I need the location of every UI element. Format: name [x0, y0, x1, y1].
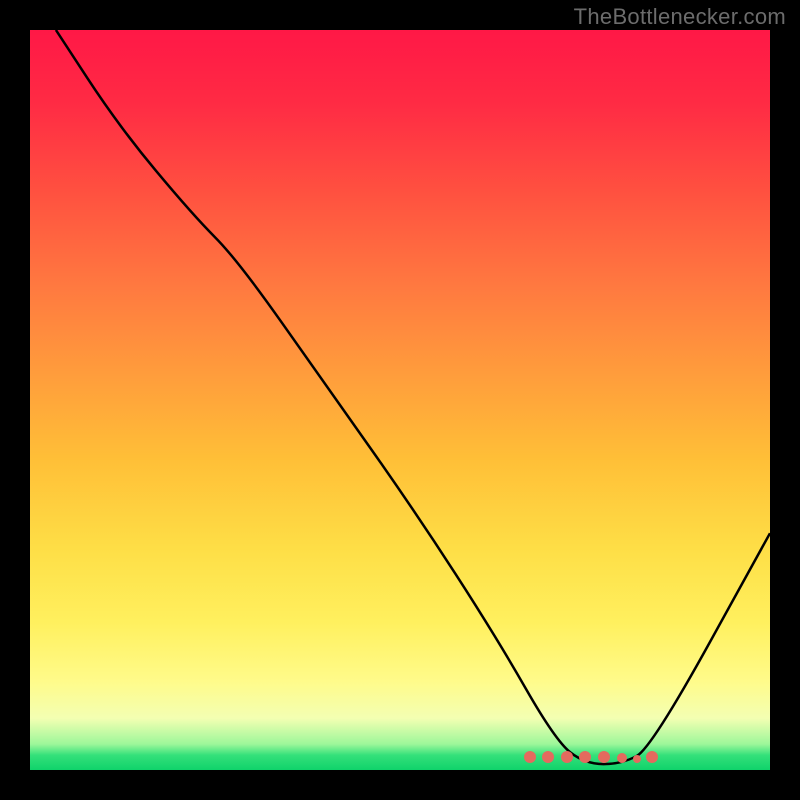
curve-marker — [633, 755, 641, 763]
bottleneck-curve — [56, 30, 770, 764]
curve-marker — [646, 751, 658, 763]
curve-marker — [561, 751, 573, 763]
curve-marker — [579, 751, 591, 763]
chart-root: TheBottlenecker.com — [0, 0, 800, 800]
marker-strip — [30, 733, 770, 763]
curve-marker — [598, 751, 610, 763]
attribution-text: TheBottlenecker.com — [574, 4, 786, 30]
curve-marker — [524, 751, 536, 763]
curve-marker — [542, 751, 554, 763]
curve-marker — [617, 753, 627, 763]
plot-area — [30, 30, 770, 770]
curve-layer — [30, 30, 770, 770]
